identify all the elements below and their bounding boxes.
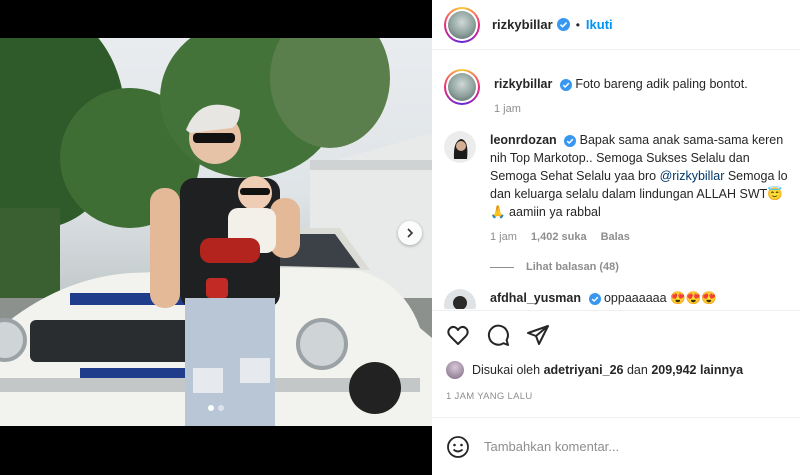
- verified-badge-icon: [564, 134, 577, 147]
- caption-meta: 1 jam: [494, 103, 788, 115]
- likes-summary: Disukai oleh adetriyani_26 dan 209,942 l…: [446, 361, 786, 379]
- comment-time: 1 jam: [490, 231, 517, 243]
- post-header: rizkybillar • Ikuti: [432, 0, 800, 50]
- comment-mention[interactable]: @rizkybillar: [660, 169, 725, 183]
- emoji-icon[interactable]: [446, 435, 470, 459]
- author-avatar[interactable]: [444, 6, 480, 43]
- comment-item: afdhal_yusman oppaaaaaa 😍😍😍: [432, 273, 800, 309]
- author-username[interactable]: rizkybillar: [492, 17, 553, 32]
- caption-body: Foto bareng adik paling bontot.: [575, 77, 748, 91]
- post-photo[interactable]: [0, 38, 432, 426]
- comment-input[interactable]: [484, 439, 764, 454]
- comment-username[interactable]: afdhal_yusman: [490, 291, 581, 305]
- media-area: [0, 0, 432, 475]
- chevron-right-icon: [407, 228, 414, 238]
- add-comment-bar: [432, 417, 800, 475]
- verified-badge-icon: [559, 78, 572, 91]
- liker-username[interactable]: adetriyani_26: [544, 363, 624, 377]
- carousel-dot: [218, 405, 224, 411]
- liker-avatar[interactable]: [446, 361, 464, 379]
- heart-icon[interactable]: [446, 323, 470, 347]
- header-separator: •: [575, 17, 580, 32]
- comment-username[interactable]: leonrdozan: [490, 133, 557, 147]
- comment-meta: 1 jam 1,402 suka Balas: [490, 231, 788, 243]
- carousel-indicator: [0, 405, 432, 411]
- caption-avatar[interactable]: [444, 69, 480, 105]
- comment-text: afdhal_yusman oppaaaaaa 😍😍😍: [490, 289, 788, 307]
- post-details-panel: rizkybillar • Ikuti rizkybillar Foto bar…: [432, 0, 800, 475]
- comment-likes[interactable]: 1,402 suka: [531, 231, 587, 243]
- caption-text: rizkybillar Foto bareng adik paling bont…: [494, 75, 788, 93]
- action-buttons: [446, 323, 786, 347]
- comment-text: leonrdozan Bapak sama anak sama-sama ker…: [490, 131, 788, 221]
- photo-illustration: [0, 38, 432, 426]
- commenter-avatar[interactable]: [444, 289, 476, 309]
- reply-button[interactable]: Balas: [601, 231, 630, 243]
- carousel-dot: [208, 405, 214, 411]
- verified-badge-icon: [556, 18, 570, 31]
- next-image-button[interactable]: [398, 221, 422, 245]
- view-replies-button[interactable]: Lihat balasan (48): [490, 261, 788, 273]
- commenter-avatar[interactable]: [444, 131, 476, 163]
- view-replies-label: Lihat balasan (48): [526, 261, 619, 273]
- comment-icon[interactable]: [486, 323, 510, 347]
- caption-time: 1 jam: [494, 103, 521, 115]
- replies-divider: [490, 266, 514, 268]
- comment-body: oppaaaaaa 😍😍😍: [603, 291, 717, 305]
- likes-count[interactable]: 209,942 lainnya: [651, 363, 743, 377]
- verified-badge-icon: [588, 292, 601, 305]
- instagram-post-view: rizkybillar • Ikuti rizkybillar Foto bar…: [0, 0, 800, 475]
- likes-and: dan: [626, 363, 648, 377]
- post-actions: Disukai oleh adetriyani_26 dan 209,942 l…: [432, 310, 800, 402]
- caption-username[interactable]: rizkybillar: [494, 77, 552, 91]
- follow-button[interactable]: Ikuti: [586, 17, 613, 32]
- share-icon[interactable]: [526, 323, 550, 347]
- post-timestamp[interactable]: 1 JAM YANG LALU: [446, 391, 786, 402]
- comment-item: leonrdozan Bapak sama anak sama-sama ker…: [432, 115, 800, 273]
- likes-prefix: Disukai oleh: [472, 363, 541, 377]
- caption-row: rizkybillar Foto bareng adik paling bont…: [432, 51, 800, 115]
- comments-list: rizkybillar Foto bareng adik paling bont…: [432, 51, 800, 309]
